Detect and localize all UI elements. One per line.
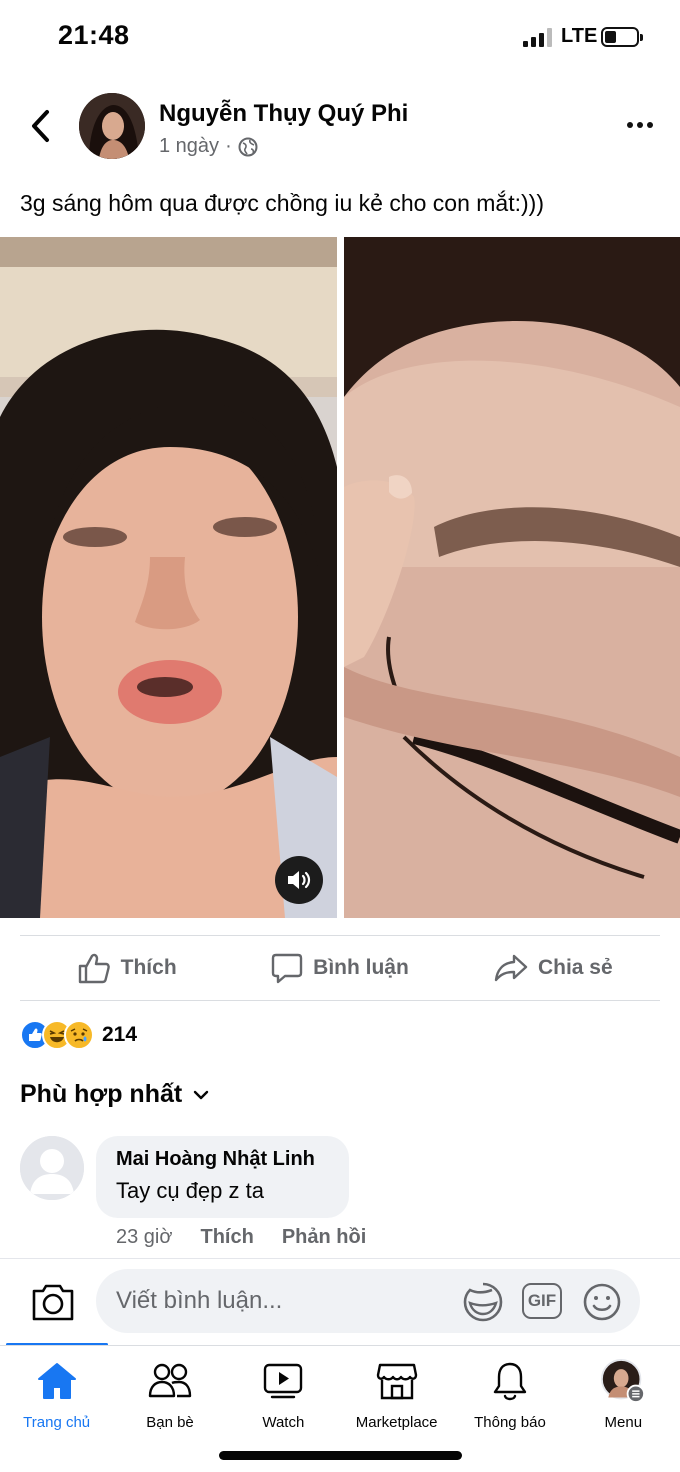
- watch-icon: [261, 1360, 305, 1402]
- commenter-name[interactable]: Mai Hoàng Nhật Linh: [116, 1148, 329, 1171]
- post-photo[interactable]: [344, 237, 680, 918]
- share-icon: [494, 954, 528, 982]
- tab-friends[interactable]: Bạn bè: [113, 1346, 226, 1446]
- comment-button[interactable]: Bình luận: [233, 936, 446, 1000]
- photo-image: [344, 237, 680, 918]
- globe-icon: [238, 137, 258, 156]
- chevron-down-icon: [194, 1090, 209, 1099]
- sound-toggle-button[interactable]: [275, 856, 323, 904]
- status-bar: 21:48 LTE: [0, 0, 680, 76]
- battery-icon: [601, 27, 643, 47]
- emoji-button[interactable]: [582, 1282, 622, 1322]
- post-actions: Thích Bình luận Chia sẻ: [20, 936, 660, 1000]
- share-label: Chia sẻ: [537, 956, 613, 979]
- chevron-left-icon: [32, 110, 49, 142]
- post-meta: 1 ngày ·: [159, 135, 258, 158]
- post-video[interactable]: [0, 237, 337, 918]
- comment-like-button[interactable]: Thích: [200, 1226, 253, 1249]
- network-type: LTE: [561, 25, 598, 47]
- camera-button[interactable]: [30, 1281, 76, 1323]
- thumbs-up-icon: [78, 953, 110, 984]
- divider: [20, 1000, 660, 1001]
- menu-avatar-icon: [601, 1359, 646, 1403]
- tab-label: Menu: [604, 1414, 643, 1431]
- speaker-icon: [288, 871, 311, 889]
- tab-label: Trang chủ: [23, 1414, 91, 1431]
- comment-bubble: Mai Hoàng Nhật Linh Tay cụ đẹp z ta: [96, 1136, 349, 1218]
- sad-reaction-icon: [64, 1020, 94, 1050]
- reactions-summary[interactable]: 214: [20, 1018, 137, 1052]
- tab-label: Marketplace: [355, 1414, 438, 1431]
- tab-notifications[interactable]: Thông báo: [453, 1346, 566, 1446]
- meta-separator: ·: [225, 135, 232, 157]
- more-options-button[interactable]: [622, 110, 658, 140]
- gif-button[interactable]: GIF: [522, 1283, 562, 1319]
- tab-watch[interactable]: Watch: [227, 1346, 340, 1446]
- sort-label: Phù hợp nhất: [20, 1080, 183, 1108]
- tab-label: Thông báo: [474, 1414, 546, 1431]
- home-indicator: [219, 1451, 462, 1460]
- post-text: 3g sáng hôm qua được chồng iu kẻ cho con…: [20, 190, 544, 216]
- smiley-icon: [583, 1283, 621, 1321]
- tab-marketplace[interactable]: Marketplace: [340, 1346, 453, 1446]
- comment-actions: 23 giờ Thích Phản hồi: [116, 1226, 366, 1249]
- camera-icon: [32, 1284, 74, 1321]
- divider: [0, 1258, 680, 1259]
- share-button[interactable]: Chia sẻ: [447, 936, 660, 1000]
- tab-menu[interactable]: Menu: [567, 1346, 680, 1446]
- author-name[interactable]: Nguyễn Thụy Quý Phi: [159, 100, 408, 128]
- author-avatar[interactable]: [79, 93, 145, 159]
- bottom-tab-bar: Trang chủ Bạn bè Watch Marketplace Thông…: [0, 1346, 680, 1446]
- friends-icon: [148, 1360, 192, 1402]
- comment-text: Tay cụ đẹp z ta: [116, 1178, 264, 1203]
- status-time: 21:48: [58, 20, 130, 50]
- sticker-icon: [463, 1282, 503, 1322]
- like-label: Thích: [120, 956, 177, 979]
- like-button[interactable]: Thích: [20, 936, 233, 1000]
- comment-sort-dropdown[interactable]: Phù hợp nhất: [20, 1080, 210, 1109]
- video-thumbnail: [0, 237, 337, 918]
- home-icon: [35, 1360, 79, 1402]
- comment-label: Bình luận: [313, 956, 409, 979]
- comment-icon: [271, 953, 303, 984]
- signal-icon: [523, 28, 553, 47]
- post-time: 1 ngày: [159, 135, 220, 157]
- reaction-count: 214: [102, 1023, 138, 1046]
- commenter-avatar[interactable]: [20, 1136, 84, 1200]
- tab-home[interactable]: Trang chủ: [0, 1346, 113, 1446]
- back-button[interactable]: [22, 106, 58, 146]
- comment-time: 23 giờ: [116, 1226, 173, 1248]
- marketplace-icon: [375, 1360, 419, 1402]
- tab-label: Watch: [262, 1414, 305, 1431]
- tab-label: Bạn bè: [146, 1414, 194, 1431]
- comment-reply-button[interactable]: Phản hồi: [282, 1226, 366, 1249]
- post-header: Nguyễn Thụy Quý Phi 1 ngày ·: [0, 88, 680, 168]
- bell-icon: [488, 1360, 532, 1402]
- sticker-button[interactable]: [462, 1281, 504, 1323]
